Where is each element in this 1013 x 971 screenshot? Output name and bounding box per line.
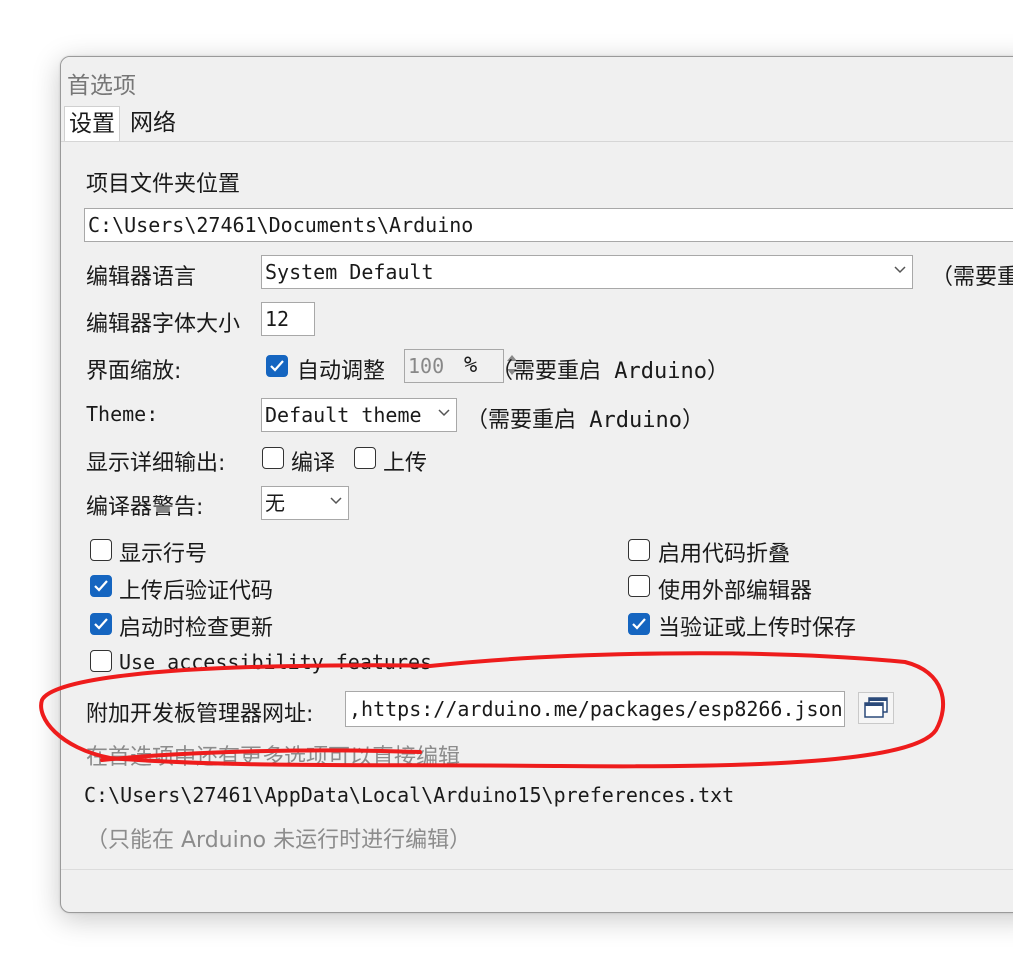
show-line-numbers-label: 显示行号 xyxy=(119,542,208,567)
verbose-compile-label: 编译 xyxy=(291,451,336,476)
tab-settings[interactable]: 设置 xyxy=(64,106,120,141)
scale-input[interactable]: 100 xyxy=(404,349,504,383)
verify-after-upload-label: 上传后验证代码 xyxy=(119,579,274,604)
editor-language-value: System Default xyxy=(265,260,434,284)
check-updates-label: 启动时检查更新 xyxy=(119,616,274,641)
save-on-verify-label: 当验证或上传时保存 xyxy=(658,616,857,641)
verify-after-upload-checkbox[interactable] xyxy=(90,575,112,597)
code-folding-checkbox[interactable] xyxy=(628,539,650,561)
verbose-upload-label: 上传 xyxy=(383,451,428,476)
verbose-label: 显示详细输出: xyxy=(86,451,226,476)
theme-value: Default theme xyxy=(265,403,422,427)
theme-select[interactable]: Default theme xyxy=(261,398,457,432)
accessibility-label: Use accessibility features xyxy=(119,650,433,674)
check-updates-checkbox[interactable] xyxy=(90,613,112,635)
verbose-upload-checkbox[interactable] xyxy=(354,447,376,469)
checkmark-icon xyxy=(94,580,108,592)
chevron-down-icon xyxy=(894,266,906,274)
preferences-dialog: 首选项 设置 网络 项目文件夹位置 C:\Users\27461\Documen… xyxy=(60,56,1013,913)
scale-label: 界面缩放: xyxy=(86,359,182,384)
auto-scale-checkbox[interactable] xyxy=(266,355,288,377)
accessibility-checkbox[interactable] xyxy=(90,650,112,672)
verbose-compile-checkbox[interactable] xyxy=(262,447,284,469)
checkmark-icon xyxy=(632,618,646,630)
code-folding-label: 启用代码折叠 xyxy=(658,542,791,567)
warnings-select[interactable]: 无 xyxy=(261,486,349,520)
editor-language-select[interactable]: System Default xyxy=(261,255,913,289)
external-editor-label: 使用外部编辑器 xyxy=(658,579,813,604)
chevron-down-icon xyxy=(438,409,450,417)
preferences-edit-note: （只能在 Arduino 未运行时进行编辑） xyxy=(86,828,472,853)
editor-language-note: （需要重 xyxy=(931,265,1013,290)
sketchbook-path-input[interactable]: C:\Users\27461\Documents\Arduino xyxy=(84,208,1013,242)
editor-language-label: 编辑器语言 xyxy=(86,265,197,290)
board-urls-label: 附加开发板管理器网址: xyxy=(86,702,314,727)
font-size-input[interactable]: 12 xyxy=(261,302,315,336)
theme-note: （需要重启 Arduino） xyxy=(466,408,704,433)
show-line-numbers-checkbox[interactable] xyxy=(90,539,112,561)
chevron-down-icon xyxy=(330,497,342,505)
footer-divider xyxy=(61,869,1013,870)
scale-unit: % xyxy=(464,353,478,378)
board-urls-edit-button[interactable] xyxy=(858,692,894,724)
auto-scale-label: 自动调整 xyxy=(297,359,386,384)
sketchbook-label: 项目文件夹位置 xyxy=(86,172,241,197)
save-on-verify-checkbox[interactable] xyxy=(628,613,650,635)
warnings-value: 无 xyxy=(265,491,285,515)
more-prefs-hint: 在首选项中还有更多选项可以直接编辑 xyxy=(86,745,461,770)
window-title: 首选项 xyxy=(67,73,136,99)
font-size-label: 编辑器字体大小 xyxy=(86,312,241,337)
checkmark-icon xyxy=(270,360,284,372)
title-bar[interactable]: 首选项 xyxy=(61,57,1013,103)
window-list-icon xyxy=(864,697,888,718)
warnings-label: 编译器警告: xyxy=(86,495,204,520)
tab-network[interactable]: 网络 xyxy=(126,106,180,140)
board-urls-input[interactable]: ,https://arduino.me/packages/esp8266.jso… xyxy=(345,691,845,727)
external-editor-checkbox[interactable] xyxy=(628,575,650,597)
scale-note: （需要重启 Arduino） xyxy=(491,359,729,384)
tab-bar: 设置 网络 xyxy=(61,103,1013,142)
preferences-file-path[interactable]: C:\Users\27461\AppData\Local\Arduino15\p… xyxy=(84,783,734,807)
checkmark-icon xyxy=(94,618,108,630)
theme-label: Theme: xyxy=(86,402,159,426)
